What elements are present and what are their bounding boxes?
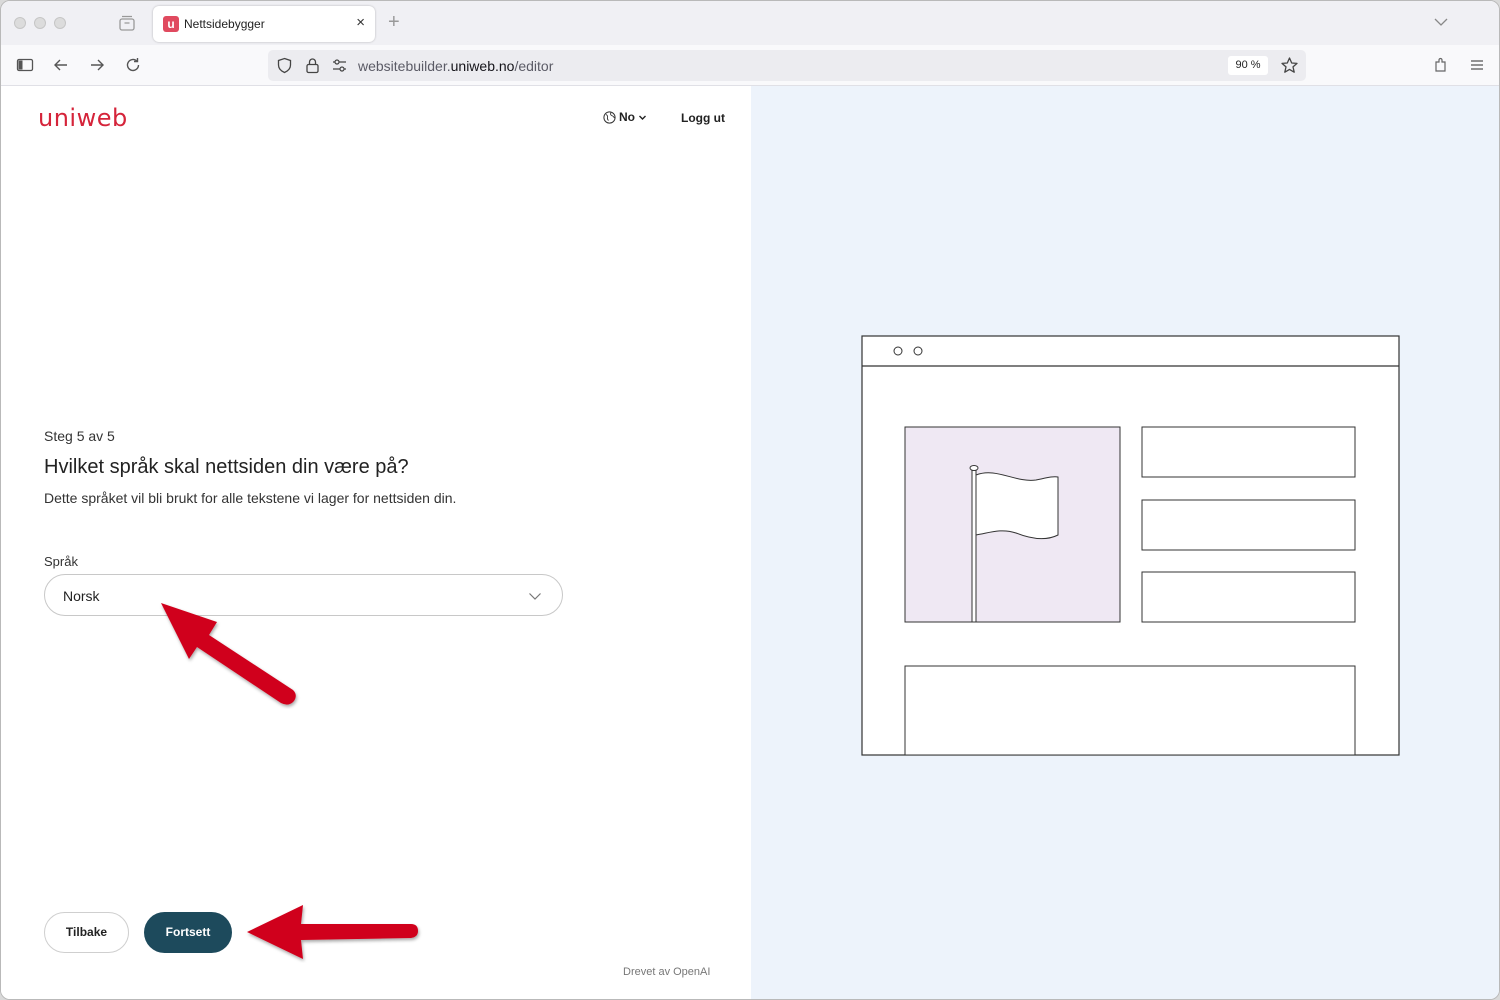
- new-tab-button[interactable]: +: [388, 11, 400, 34]
- chevron-down-icon: [529, 593, 541, 600]
- tab-bar: u Nettsidebygger × +: [1, 1, 1499, 45]
- shield-icon[interactable]: [276, 57, 293, 74]
- tab-title: Nettsidebygger: [184, 17, 265, 31]
- globe-icon: [603, 110, 616, 124]
- language-select-value: Norsk: [63, 588, 100, 604]
- browser-window: u Nettsidebygger × + websitebuilder.uniw…: [0, 0, 1500, 1000]
- zoom-level-badge[interactable]: 90 %: [1228, 56, 1268, 75]
- language-switcher[interactable]: No: [603, 110, 647, 124]
- reload-icon[interactable]: [124, 56, 142, 74]
- powered-by-text: Drevet av OpenAI: [623, 966, 711, 978]
- extensions-icon[interactable]: [1432, 56, 1450, 74]
- preview-text-blocks: [1141, 426, 1356, 623]
- page-description: Dette språket vil bli brukt for alle tek…: [44, 490, 457, 506]
- chevron-down-icon: [639, 115, 646, 120]
- lock-icon[interactable]: [305, 57, 320, 74]
- page-title: Hvilket språk skal nettsiden din være på…: [44, 456, 409, 478]
- website-preview-illustration: [861, 335, 1400, 756]
- tab-groups-icon[interactable]: [118, 14, 136, 32]
- preview-image-block: [904, 426, 1121, 623]
- active-tab[interactable]: u Nettsidebygger ×: [153, 6, 375, 42]
- list-tabs-chevron-icon[interactable]: [1433, 14, 1449, 30]
- uniweb-logo[interactable]: uniweb: [38, 104, 128, 132]
- close-tab-icon[interactable]: ×: [356, 14, 365, 31]
- back-arrow-icon[interactable]: [52, 56, 70, 74]
- bookmark-star-icon[interactable]: [1280, 56, 1299, 75]
- url-domain: uniweb.no: [450, 58, 515, 74]
- language-field-label: Språk: [44, 554, 78, 569]
- continue-button[interactable]: Fortsett: [144, 912, 232, 953]
- step-indicator: Steg 5 av 5: [44, 428, 115, 444]
- sidebar-toggle-icon[interactable]: [16, 56, 34, 74]
- annotation-arrow-to-continue-button: [247, 905, 418, 959]
- minimize-window-button[interactable]: [34, 17, 46, 29]
- site-permissions-icon[interactable]: [331, 58, 348, 73]
- url-text[interactable]: websitebuilder.uniweb.no/editor: [358, 58, 553, 74]
- wizard-panel: uniweb No Logg ut Steg 5 av 5 Hvilket sp…: [1, 86, 751, 999]
- address-bar[interactable]: websitebuilder.uniweb.no/editor 90 %: [268, 50, 1306, 81]
- back-button[interactable]: Tilbake: [44, 912, 129, 953]
- annotation-arrow-to-language-select: [161, 603, 296, 705]
- navigation-toolbar: websitebuilder.uniweb.no/editor 90 %: [1, 45, 1499, 86]
- forward-arrow-icon[interactable]: [88, 56, 106, 74]
- logout-button[interactable]: Logg ut: [681, 111, 725, 125]
- zoom-window-button[interactable]: [54, 17, 66, 29]
- url-path: /editor: [514, 58, 554, 74]
- preview-footer-block: [904, 665, 1356, 756]
- favicon-icon: u: [163, 16, 179, 32]
- preview-panel: [751, 86, 1499, 999]
- close-window-button[interactable]: [14, 17, 26, 29]
- url-subdomain: websitebuilder.: [358, 58, 451, 74]
- hamburger-menu-icon[interactable]: [1468, 56, 1486, 74]
- language-code: No: [619, 110, 635, 124]
